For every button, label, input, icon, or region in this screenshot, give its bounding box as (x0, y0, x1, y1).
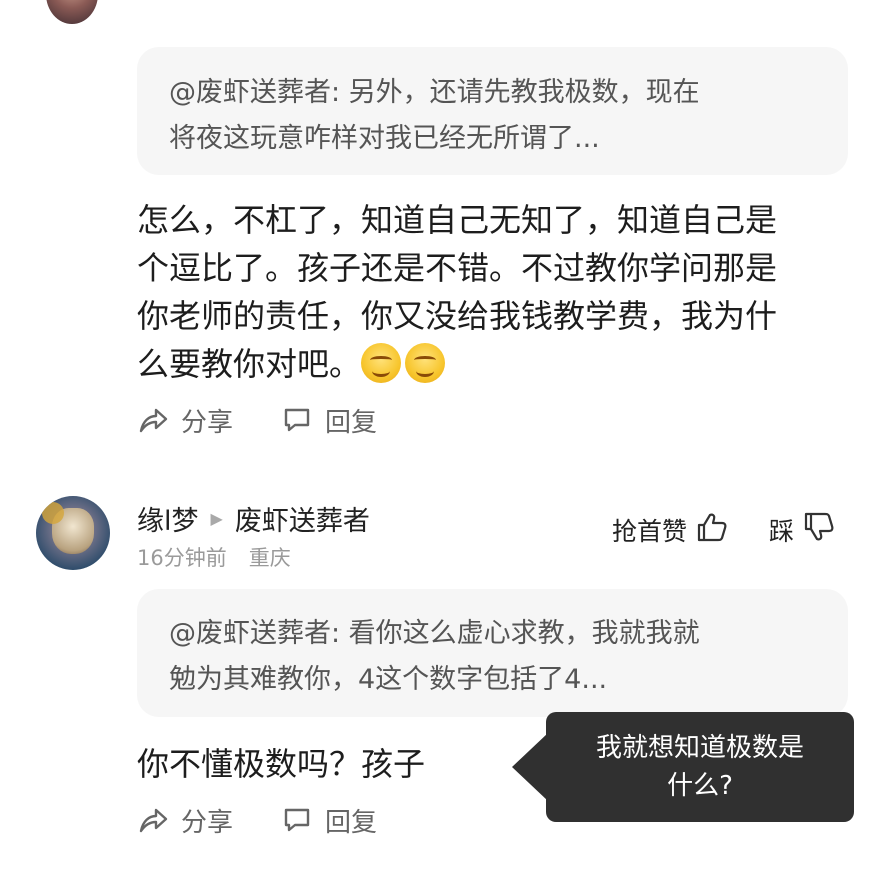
reply-button[interactable]: 回复 (281, 802, 377, 839)
share-button[interactable]: 分享 (137, 802, 233, 839)
quoted-reply-line: 勉为其难教你，4这个数字包括了4... (169, 664, 608, 695)
tooltip: 我就想知道极数是 什么? (512, 712, 854, 822)
reply-button[interactable]: 回复 (281, 402, 377, 439)
thumbs-up-icon (695, 510, 729, 550)
grin-emoji-icon (361, 343, 402, 383)
reply-arrow-icon: ▶ (210, 509, 223, 528)
avatar[interactable] (36, 496, 110, 570)
reply-bubble-icon (281, 805, 313, 835)
share-label: 分享 (181, 407, 234, 438)
comment-body-line: 怎么，不杠了，知道自己无知了，知道自己是 (137, 201, 778, 239)
dislike-label: 踩 (769, 517, 795, 546)
comment-time: 16分钟前 (137, 546, 227, 570)
share-icon (137, 805, 169, 835)
reply-to-username[interactable]: 废虾送葬者 (235, 499, 370, 538)
vote-actions: 抢首赞 踩 (612, 510, 836, 550)
comment-location: 重庆 (248, 546, 291, 570)
comment-body-line: 你老师的责任，你又没给我钱教学费，我为什 (137, 297, 778, 335)
first-like-button[interactable]: 抢首赞 (612, 510, 729, 550)
reply-label: 回复 (325, 807, 378, 838)
share-icon (137, 405, 169, 435)
comment-meta: 16分钟前 重庆 (137, 542, 291, 572)
quoted-reply-line: @废虾送葬者: 另外，还请先教我极数，现在 (169, 77, 700, 108)
comment-body-line: 个逗比了。孩子还是不错。不过教你学问那是 (137, 249, 778, 287)
grin-emoji-icon (405, 343, 446, 383)
previous-comment-avatar[interactable] (46, 0, 98, 24)
reply-label: 回复 (325, 407, 378, 438)
quoted-reply-line: 将夜这玩意咋样对我已经无所谓了... (169, 123, 600, 154)
share-label: 分享 (181, 807, 234, 838)
reply-bubble-icon (281, 405, 313, 435)
tooltip-line: 什么? (667, 771, 733, 801)
username[interactable]: 缘l梦 (137, 499, 199, 538)
comment-actions: 分享 回复 (137, 402, 377, 438)
comment-body: 你不懂极数吗？孩子 (137, 745, 426, 783)
comment-body: 怎么，不杠了，知道自己无知了，知道自己是 个逗比了。孩子还是不错。不过教你学问那… (137, 196, 857, 388)
quoted-reply-line: @废虾送葬者: 看你这么虚心求教，我就我就 (169, 618, 700, 649)
comment-body-line-text: 么要教你对吧。 (137, 345, 362, 383)
tooltip-pointer (512, 733, 548, 801)
tooltip-line: 我就想知道极数是 (595, 733, 804, 763)
share-button[interactable]: 分享 (137, 402, 233, 439)
first-like-label: 抢首赞 (612, 517, 688, 546)
tooltip-bubble: 我就想知道极数是 什么? (546, 712, 854, 822)
dislike-button[interactable]: 踩 (769, 510, 836, 550)
quoted-reply-box[interactable]: @废虾送葬者: 另外，还请先教我极数，现在 将夜这玩意咋样对我已经无所谓了... (137, 47, 848, 175)
thumbs-down-icon (802, 510, 836, 550)
comment-author-line: 缘l梦 ▶ 废虾送葬者 (137, 499, 370, 538)
comment-body-line: 么要教你对吧。 (137, 340, 857, 388)
quoted-reply-box[interactable]: @废虾送葬者: 看你这么虚心求教，我就我就 勉为其难教你，4这个数字包括了4..… (137, 589, 848, 717)
comment-actions: 分享 回复 (137, 802, 377, 838)
